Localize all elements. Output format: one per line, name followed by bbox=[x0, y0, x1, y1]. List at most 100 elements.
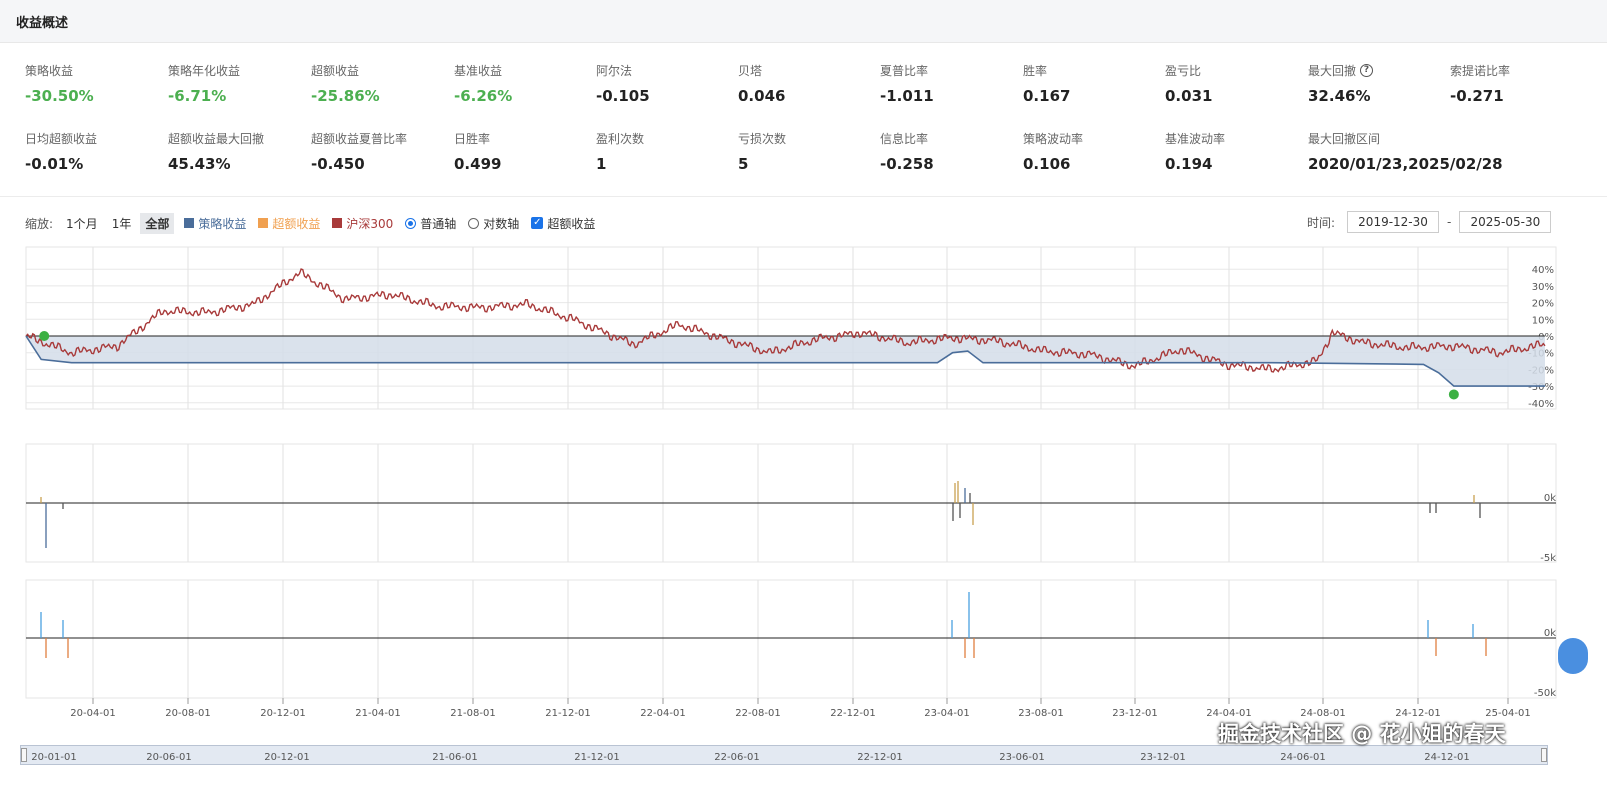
legend-swatch bbox=[332, 218, 343, 228]
metric-label-text: 策略波动率 bbox=[1023, 132, 1084, 146]
legend-excess[interactable]: 超额收益 bbox=[258, 215, 320, 232]
metric-label-text: 最大回撤 bbox=[1308, 64, 1357, 78]
metric-label-text: 超额收益 bbox=[311, 64, 360, 78]
drawdown-start-marker bbox=[39, 331, 50, 341]
x-tick-label: 22-12-01 bbox=[830, 708, 875, 719]
metric-value: -1.011 bbox=[880, 87, 934, 105]
charts-canvas: 40% 30% 20% 10% 0% -10% -20% -30% -40% 0k -5k 0k -50… bbox=[25, 246, 1557, 719]
y-tick-label: 0k bbox=[1544, 628, 1556, 639]
metric-10: 索提诺比率 -0.271 bbox=[1450, 62, 1590, 105]
metric-label: 最大回撤区间 bbox=[1308, 130, 1568, 147]
metric-label: 基准收益 bbox=[454, 62, 594, 79]
y-tick-label: -40% bbox=[1528, 399, 1554, 410]
axis-log-radio[interactable]: 对数轴 bbox=[468, 215, 519, 232]
section-title: 收益概述 bbox=[16, 16, 69, 31]
zoom-all-button[interactable]: 全部 bbox=[140, 212, 175, 234]
drawdown-end-marker bbox=[1448, 389, 1459, 400]
main-chart-frame bbox=[25, 246, 1557, 410]
start-date-input[interactable] bbox=[1347, 211, 1440, 233]
metric-8: 基准波动率 0.194 bbox=[1165, 130, 1305, 173]
check-icon: ✓ bbox=[531, 217, 544, 229]
metric-label: 日胜率 bbox=[454, 130, 594, 147]
metric-label: 夏普比率 bbox=[880, 62, 1020, 79]
metric-label-text: 盈亏比 bbox=[1165, 64, 1202, 78]
x-tick-label: 22-04-01 bbox=[640, 708, 685, 719]
metric-label-text: 超额收益夏普比率 bbox=[311, 132, 408, 146]
strategy-area bbox=[26, 336, 1545, 387]
metric-5: 贝塔 0.046 bbox=[738, 62, 878, 105]
metric-label: 阿尔法 bbox=[596, 62, 736, 79]
metric-2: 超额收益夏普比率 -0.450 bbox=[311, 130, 451, 173]
metric-value: -0.01% bbox=[25, 155, 84, 173]
x-tick-label: 21-04-01 bbox=[355, 708, 400, 719]
legend-label: 超额收益 bbox=[272, 216, 321, 231]
zoom-label: 缩放: bbox=[25, 216, 54, 231]
metric-6: 信息比率 -0.258 bbox=[880, 130, 1020, 173]
zoom-1year-button[interactable]: 1年 bbox=[106, 212, 137, 234]
x-tick-label: 20-12-01 bbox=[260, 708, 305, 719]
metric-label: 亏损次数 bbox=[738, 130, 878, 147]
metric-label: 策略年化收益 bbox=[168, 62, 308, 79]
metric-label-text: 日均超额收益 bbox=[25, 132, 98, 146]
metric-label: 索提诺比率 bbox=[1450, 62, 1590, 79]
strategy-line bbox=[25, 335, 1545, 387]
metric-7: 胜率 0.167 bbox=[1023, 62, 1163, 105]
metric-label-text: 贝塔 bbox=[738, 64, 763, 78]
metric-label-text: 策略收益 bbox=[25, 64, 74, 78]
time-label: 时间: bbox=[1307, 215, 1336, 230]
chart-toolbar: 缩放: 1个月 1年 全部 策略收益 超额收益 沪深300 普通轴 对数轴 ✓ … bbox=[25, 212, 601, 234]
metric-label: 超额收益最大回撤 bbox=[168, 130, 308, 147]
metric-value: -25.86% bbox=[311, 87, 380, 105]
legend-label: 策略收益 bbox=[198, 216, 247, 231]
legend-swatch bbox=[258, 218, 269, 228]
section-header: 收益概述 bbox=[0, 0, 1607, 43]
legend-strategy[interactable]: 策略收益 bbox=[184, 215, 246, 232]
sub-chart-1-frame bbox=[25, 443, 1557, 563]
navigator-left-handle[interactable] bbox=[21, 748, 27, 762]
metric-label: 盈亏比 bbox=[1165, 62, 1305, 79]
metric-label: 超额收益 bbox=[311, 62, 451, 79]
metric-value: 5 bbox=[738, 155, 749, 173]
metric-label-text: 夏普比率 bbox=[880, 64, 929, 78]
scroll-knob[interactable] bbox=[1558, 638, 1588, 674]
excess-checkbox[interactable]: ✓ 超额收益 bbox=[531, 215, 595, 232]
y-tick-label: 0% bbox=[1538, 332, 1554, 343]
metric-label: 胜率 bbox=[1023, 62, 1163, 79]
metric-0: 日均超额收益 -0.01% bbox=[25, 130, 165, 173]
help-icon[interactable]: ? bbox=[1360, 64, 1374, 77]
end-date-input[interactable] bbox=[1459, 211, 1552, 233]
metric-label: 策略收益 bbox=[25, 62, 165, 79]
radio-icon bbox=[405, 217, 417, 229]
metric-1: 超额收益最大回撤 45.43% bbox=[168, 130, 308, 173]
zoom-1month-button[interactable]: 1个月 bbox=[61, 212, 103, 234]
metric-label: 贝塔 bbox=[738, 62, 878, 79]
y-tick-label: 10% bbox=[1532, 315, 1554, 326]
metric-value: 32.46% bbox=[1308, 87, 1371, 105]
metric-value: -6.26% bbox=[454, 87, 513, 105]
legend-hs300[interactable]: 沪深300 bbox=[332, 215, 393, 232]
metric-5: 亏损次数 5 bbox=[738, 130, 878, 173]
metric-label-text: 基准波动率 bbox=[1165, 132, 1226, 146]
metric-label-text: 策略年化收益 bbox=[168, 64, 241, 78]
metric-label: 日均超额收益 bbox=[25, 130, 165, 147]
metric-3: 基准收益 -6.26% bbox=[454, 62, 594, 105]
axis-normal-radio[interactable]: 普通轴 bbox=[405, 215, 456, 232]
radio-label: 对数轴 bbox=[483, 216, 520, 231]
metric-2: 超额收益 -25.86% bbox=[311, 62, 451, 105]
metric-value: -0.258 bbox=[880, 155, 934, 173]
checkbox-label: 超额收益 bbox=[547, 216, 596, 231]
metric-value: -30.50% bbox=[25, 87, 94, 105]
y-tick-label: 20% bbox=[1532, 299, 1554, 310]
metric-8: 盈亏比 0.031 bbox=[1165, 62, 1305, 105]
metric-value: -0.271 bbox=[1450, 87, 1504, 105]
divider bbox=[0, 196, 1607, 197]
metric-value: 0.167 bbox=[1023, 87, 1071, 105]
navigator-right-handle[interactable] bbox=[1541, 748, 1547, 762]
navigator-bar[interactable] bbox=[20, 745, 1548, 765]
x-tick-label: 23-04-01 bbox=[924, 708, 969, 719]
time-separator: - bbox=[1447, 215, 1452, 229]
metric-value: 0.499 bbox=[454, 155, 502, 173]
metric-value: -0.450 bbox=[311, 155, 365, 173]
x-tick-label: 20-04-01 bbox=[70, 708, 115, 719]
metric-0: 策略收益 -30.50% bbox=[25, 62, 165, 105]
